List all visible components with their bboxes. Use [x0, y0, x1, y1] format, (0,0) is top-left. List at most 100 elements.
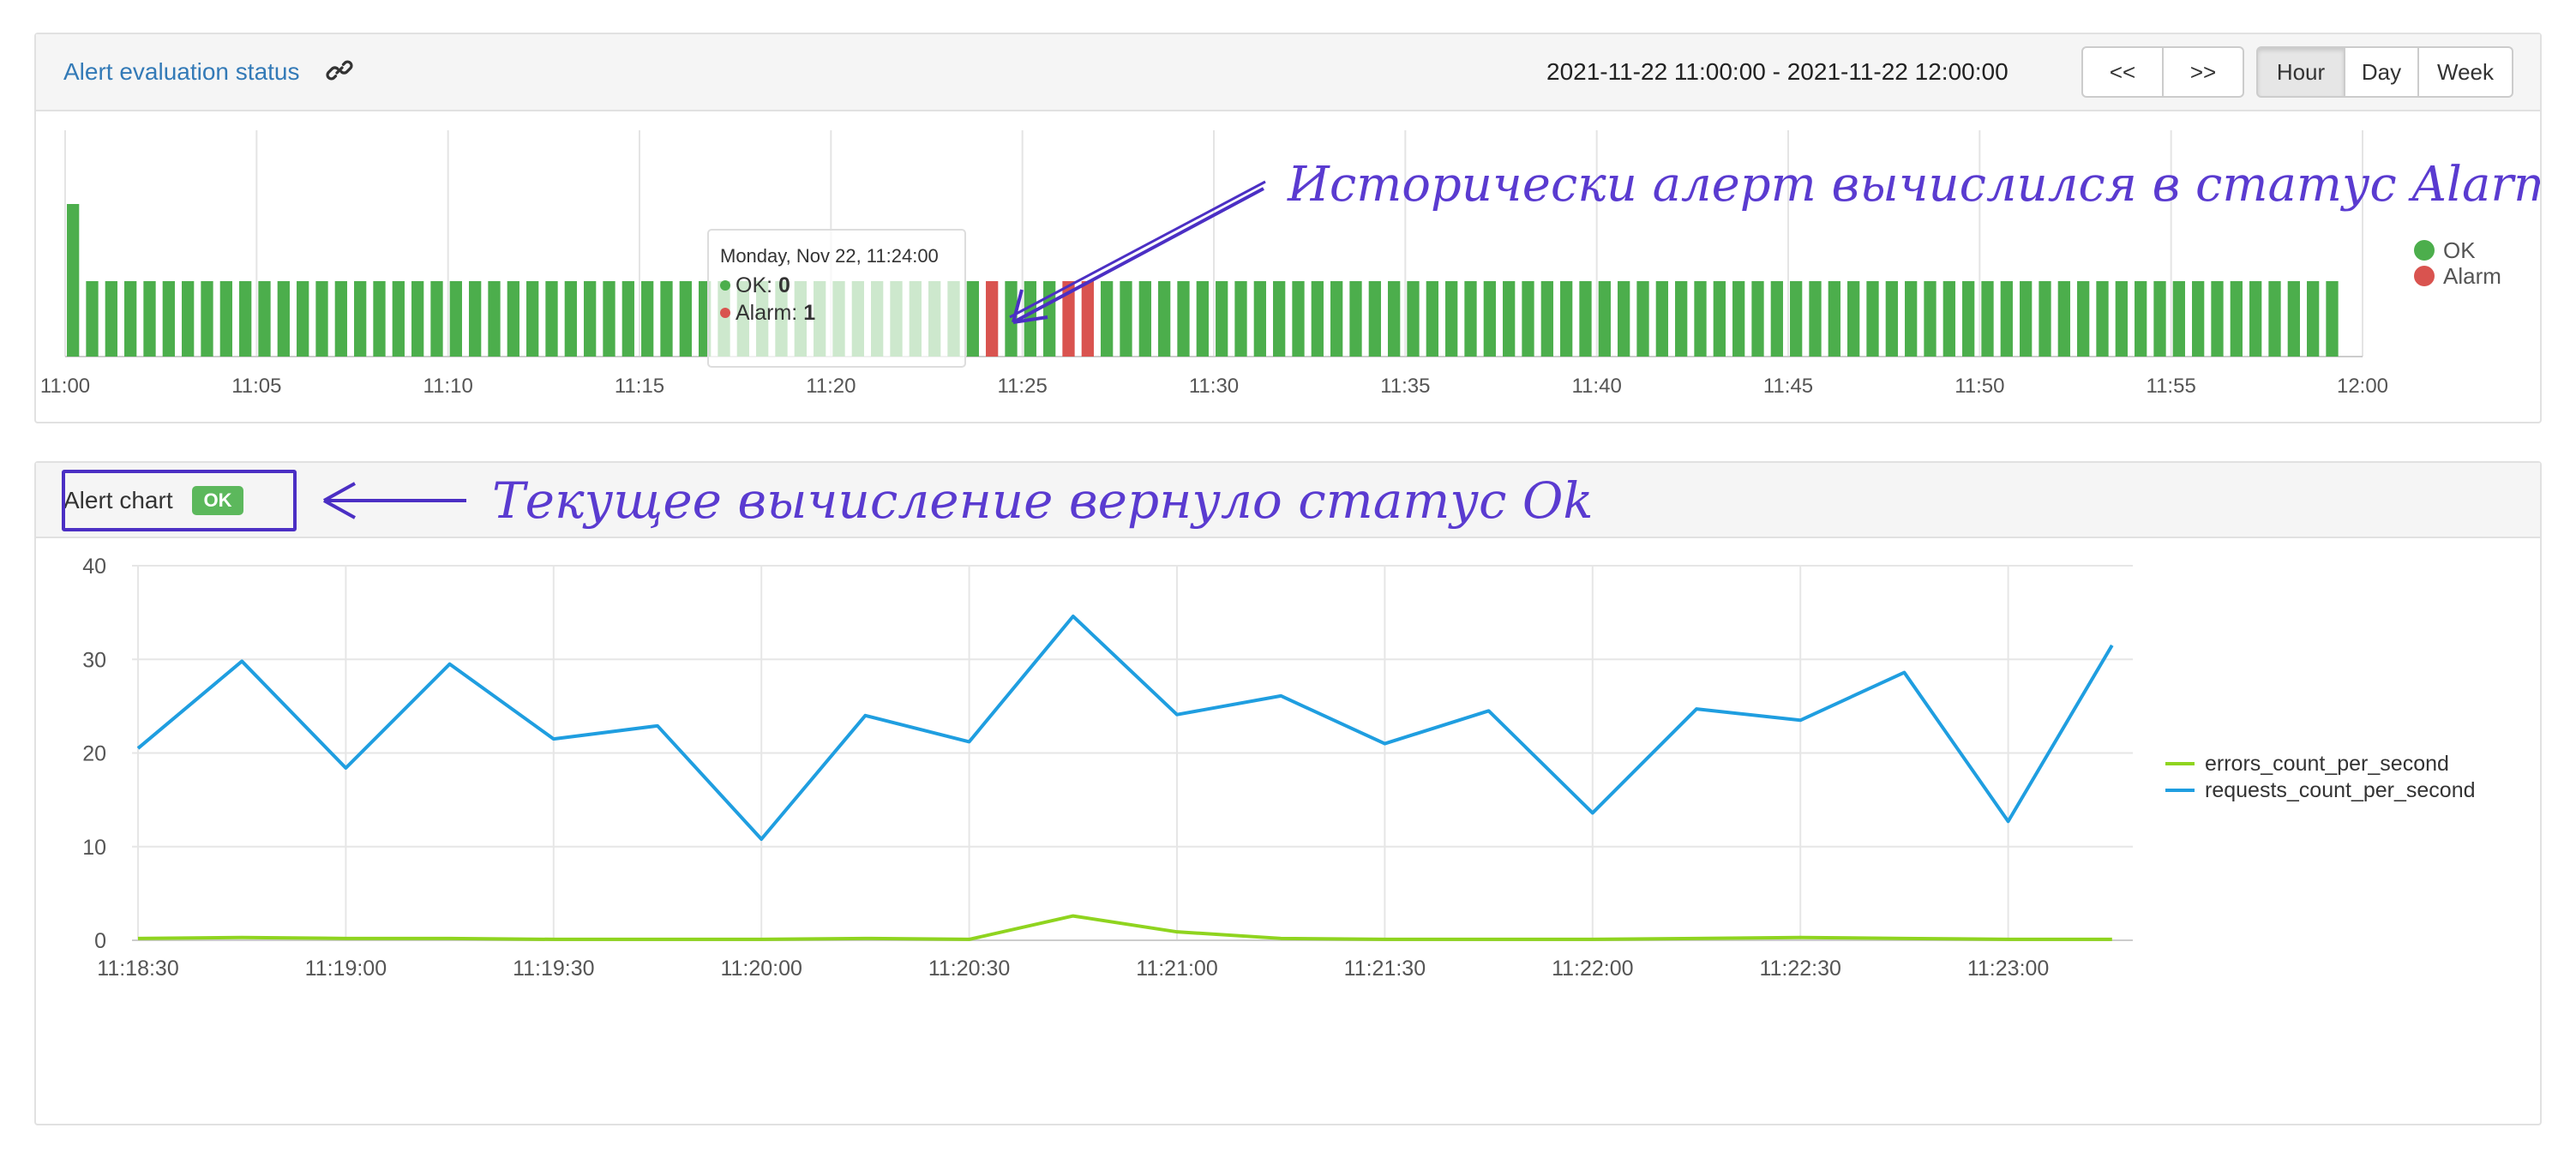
status-bar-ok[interactable]: [1311, 281, 1324, 357]
status-bar-ok[interactable]: [201, 281, 213, 357]
status-bar-ok[interactable]: [2039, 281, 2051, 357]
status-bar-ok[interactable]: [2307, 281, 2320, 357]
legend-label-errors_count_per_second[interactable]: errors_count_per_second: [2205, 752, 2449, 776]
status-bar-ok[interactable]: [545, 281, 558, 357]
status-bar-ok[interactable]: [143, 281, 156, 357]
status-bar-ok[interactable]: [354, 281, 367, 357]
status-bar-ok[interactable]: [660, 281, 673, 357]
status-bar-ok[interactable]: [1216, 281, 1228, 357]
status-bar-ok[interactable]: [1981, 281, 1994, 357]
status-bar-ok[interactable]: [603, 281, 615, 357]
status-bar-ok[interactable]: [641, 281, 654, 357]
status-bar-ok[interactable]: [1618, 281, 1630, 357]
status-bar-ok[interactable]: [162, 281, 175, 357]
status-bar-ok[interactable]: [1675, 281, 1688, 357]
status-bar-ok[interactable]: [2153, 281, 2166, 357]
status-bar-ok[interactable]: [1349, 281, 1362, 357]
status-bar-ok[interactable]: [1503, 281, 1516, 357]
status-bar-ok[interactable]: [1598, 281, 1611, 357]
status-bar-ok[interactable]: [1847, 281, 1860, 357]
status-bar-ok[interactable]: [1234, 281, 1247, 357]
status-bar-ok[interactable]: [2077, 281, 2090, 357]
status-bar-ok[interactable]: [1790, 281, 1803, 357]
status-bar-ok[interactable]: [315, 281, 328, 357]
status-bar-ok[interactable]: [1809, 281, 1822, 357]
status-bar-ok[interactable]: [2135, 281, 2147, 357]
status-bar-ok[interactable]: [1464, 281, 1477, 357]
status-bar-ok[interactable]: [1253, 281, 1266, 357]
status-bar-ok[interactable]: [1196, 281, 1209, 357]
status-bar-ok[interactable]: [430, 281, 443, 357]
status-bar-ok[interactable]: [2192, 281, 2205, 357]
status-bar-ok[interactable]: [2020, 281, 2033, 357]
status-bar-ok[interactable]: [67, 204, 80, 357]
legend-label-requests_count_per_second[interactable]: requests_count_per_second: [2205, 778, 2476, 802]
status-bar-ok[interactable]: [1407, 281, 1420, 357]
status-bar-ok[interactable]: [1905, 281, 1918, 357]
status-bar-ok[interactable]: [1522, 281, 1534, 357]
status-bar-ok[interactable]: [1368, 281, 1381, 357]
status-bar-ok[interactable]: [1158, 281, 1171, 357]
status-bar-ok[interactable]: [1694, 281, 1707, 357]
status-bar-ok[interactable]: [621, 281, 634, 357]
status-bar-ok[interactable]: [1732, 281, 1745, 357]
status-bar-ok[interactable]: [1101, 281, 1114, 357]
status-bar-ok[interactable]: [1177, 281, 1190, 357]
status-bar-alarm[interactable]: [986, 281, 999, 357]
status-bar-ok[interactable]: [258, 281, 271, 357]
status-bar-ok[interactable]: [679, 281, 692, 357]
status-bar-ok[interactable]: [219, 281, 232, 357]
status-bar-alarm[interactable]: [1081, 281, 1094, 357]
series-line-errors_count_per_second[interactable]: [137, 914, 2112, 941]
status-bar-ok[interactable]: [584, 281, 597, 357]
status-bar-ok[interactable]: [2287, 281, 2300, 357]
status-bar-ok[interactable]: [1292, 281, 1305, 357]
status-bar-ok[interactable]: [2230, 281, 2243, 357]
status-bar-ok[interactable]: [1943, 281, 1955, 357]
status-bar-ok[interactable]: [2000, 281, 2013, 357]
status-bar-ok[interactable]: [411, 281, 424, 357]
status-bar-ok[interactable]: [966, 281, 979, 357]
status-bar-ok[interactable]: [1713, 281, 1726, 357]
status-bar-ok[interactable]: [2249, 281, 2262, 357]
status-bar-ok[interactable]: [2326, 281, 2339, 357]
status-bar-ok[interactable]: [1751, 281, 1764, 357]
status-bar-ok[interactable]: [507, 281, 519, 357]
status-bar-ok[interactable]: [1866, 281, 1879, 357]
status-bar-ok[interactable]: [1426, 281, 1438, 357]
status-bar-ok[interactable]: [105, 281, 117, 357]
status-bar-ok[interactable]: [1388, 281, 1401, 357]
status-bar-ok[interactable]: [2172, 281, 2185, 357]
status-bar-ok[interactable]: [564, 281, 577, 357]
status-bar-ok[interactable]: [239, 281, 252, 357]
status-bar-ok[interactable]: [182, 281, 195, 357]
status-bar-ok[interactable]: [2268, 281, 2281, 357]
status-bar-ok[interactable]: [392, 281, 405, 357]
status-bar-ok[interactable]: [1579, 281, 1592, 357]
status-bar-ok[interactable]: [334, 281, 347, 357]
status-legend[interactable]: OK Alarm: [2414, 237, 2501, 289]
status-bar-ok[interactable]: [1885, 281, 1898, 357]
status-bar-ok[interactable]: [2211, 281, 2224, 357]
status-bar-ok[interactable]: [1138, 281, 1151, 357]
series-line-requests_count_per_second[interactable]: [136, 614, 2114, 842]
status-bar-ok[interactable]: [1924, 281, 1937, 357]
status-bar-ok[interactable]: [1655, 281, 1668, 357]
status-bar-ok[interactable]: [1540, 281, 1553, 357]
status-bar-ok[interactable]: [86, 281, 99, 357]
status-bar-ok[interactable]: [1330, 281, 1343, 357]
status-bar-ok[interactable]: [449, 281, 462, 357]
status-bar-ok[interactable]: [1636, 281, 1649, 357]
status-bar-ok[interactable]: [124, 281, 137, 357]
status-bar-ok[interactable]: [2096, 281, 2109, 357]
status-bar-ok[interactable]: [373, 281, 386, 357]
status-bar-ok[interactable]: [1483, 281, 1496, 357]
status-bar-ok[interactable]: [526, 281, 539, 357]
status-bar-ok[interactable]: [277, 281, 290, 357]
status-bar-ok[interactable]: [1560, 281, 1573, 357]
status-bar-ok[interactable]: [1828, 281, 1840, 357]
status-bar-ok[interactable]: [1120, 281, 1132, 357]
status-bar-ok[interactable]: [469, 281, 482, 357]
status-bar-ok[interactable]: [488, 281, 501, 357]
status-bar-ok[interactable]: [2057, 281, 2070, 357]
